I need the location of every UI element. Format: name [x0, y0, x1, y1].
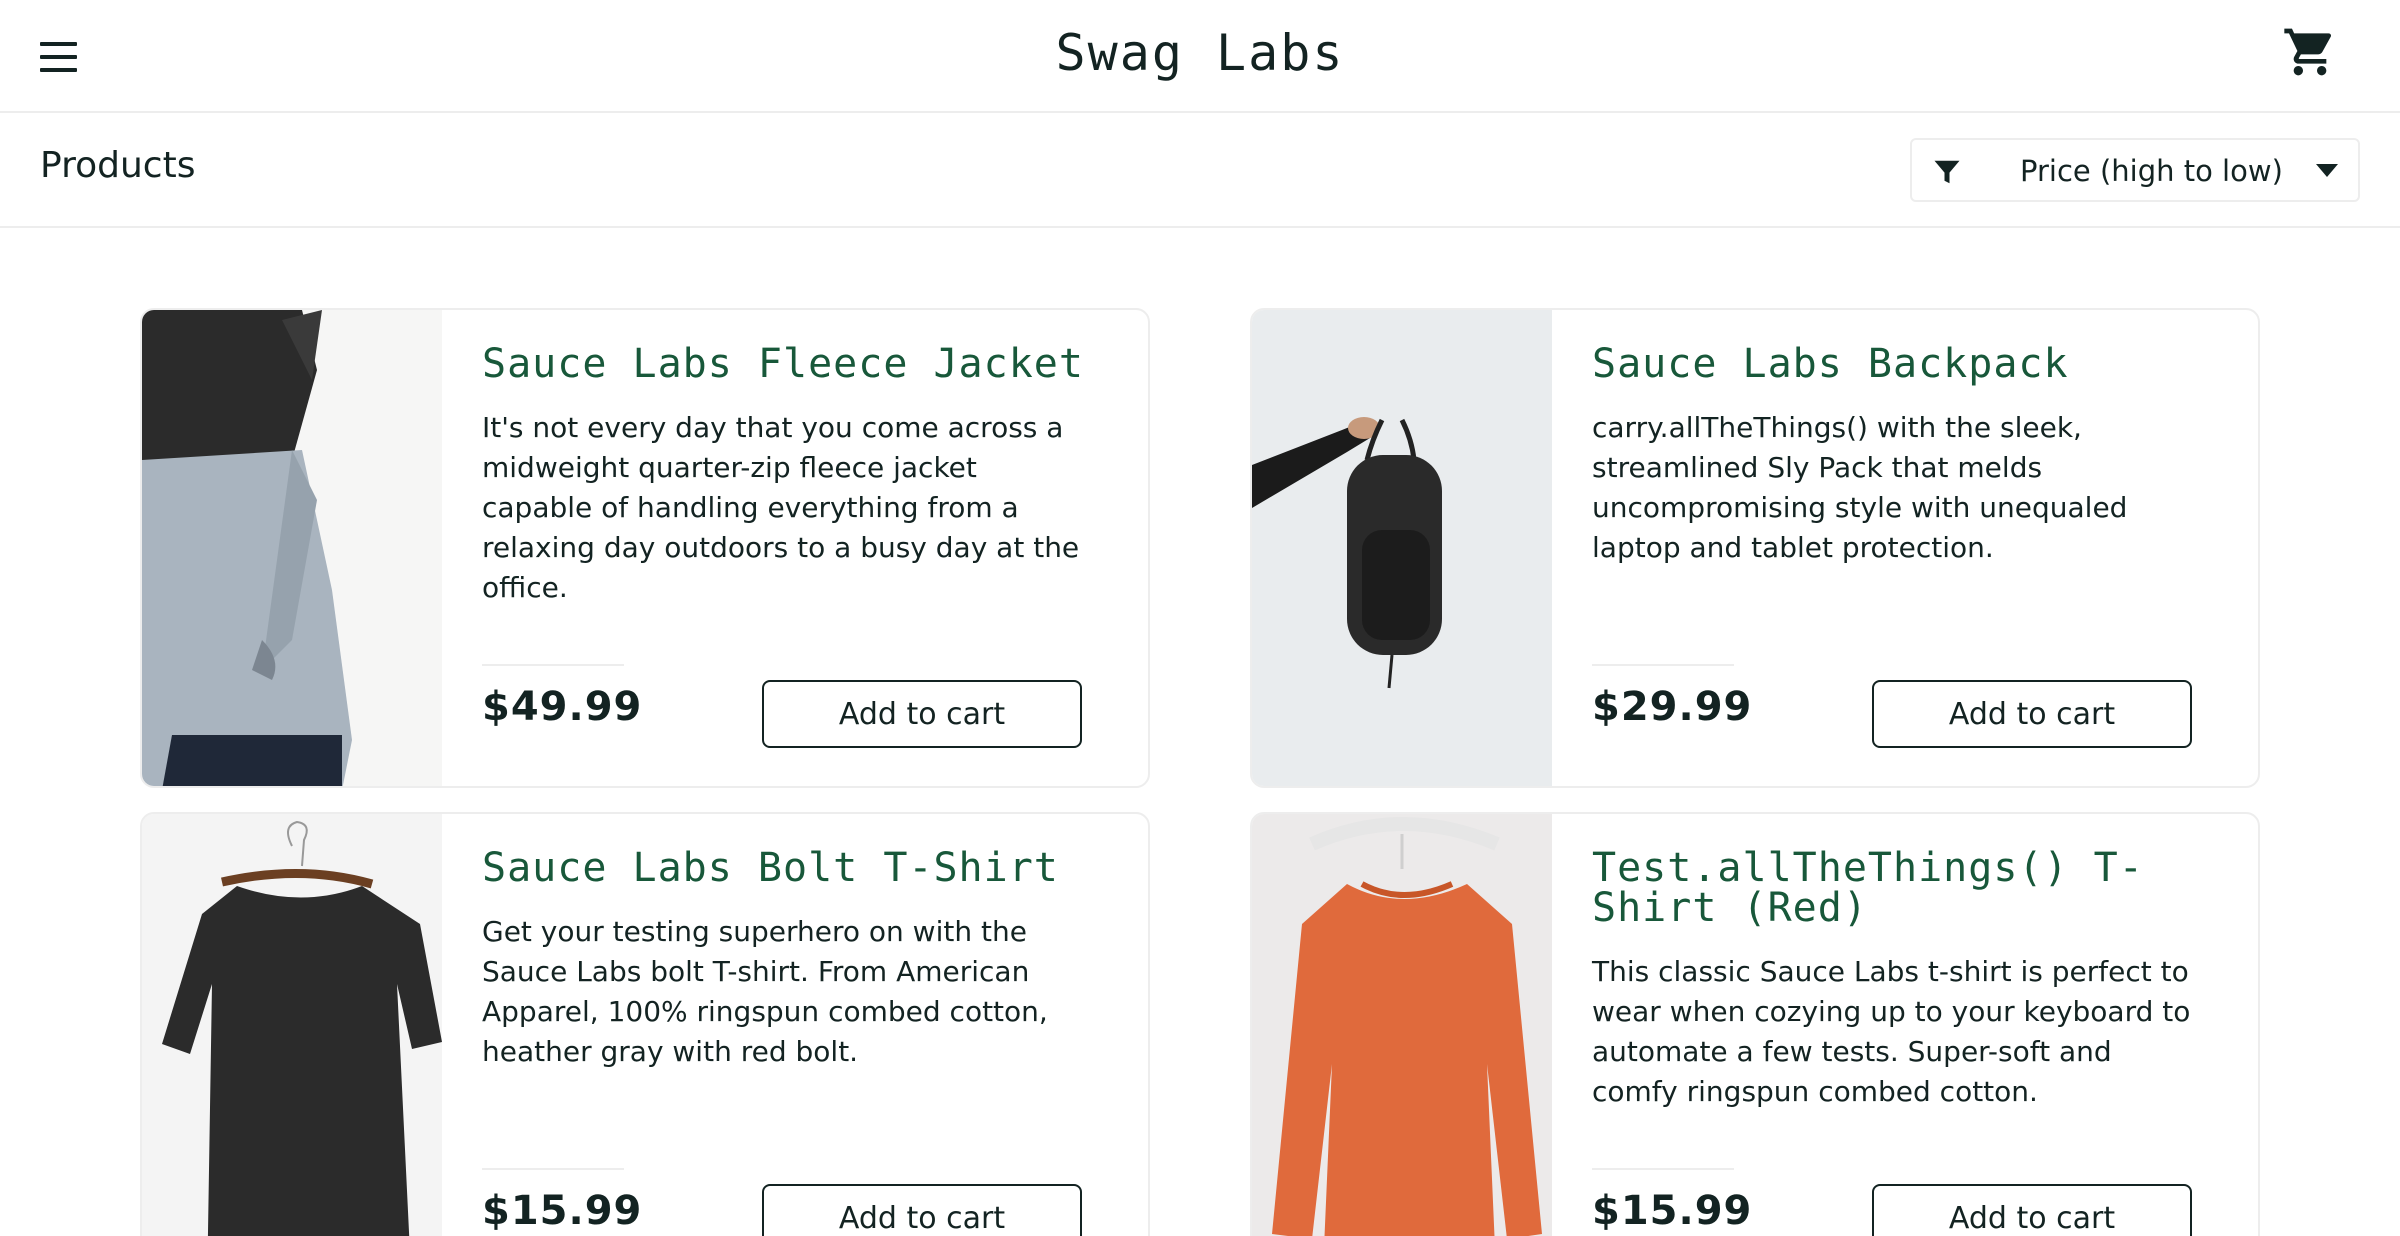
inventory-list: Sauce Labs Fleece Jacket It's not every …	[0, 228, 2400, 1236]
price-divider	[1592, 664, 1734, 666]
product-name[interactable]: Test.allTheThings() T-Shirt (Red)	[1592, 848, 2232, 928]
price-divider	[482, 1168, 624, 1170]
product-name[interactable]: Sauce Labs Fleece Jacket	[482, 344, 1122, 384]
fleece-jacket-image[interactable]	[142, 310, 442, 786]
add-to-cart-button[interactable]: Add to cart	[762, 1184, 1082, 1236]
price-divider	[1592, 1168, 1734, 1170]
product-price: $29.99	[1592, 684, 1753, 730]
add-to-cart-button[interactable]: Add to cart	[762, 680, 1082, 748]
filter-icon	[1934, 160, 1960, 184]
product-price: $15.99	[482, 1188, 643, 1234]
primary-header: Swag Labs	[0, 0, 2400, 113]
sort-selected-value: Price (high to low)	[2020, 154, 2283, 188]
backpack-image[interactable]	[1252, 310, 1552, 786]
product-description: It's not every day that you come across …	[482, 411, 1080, 604]
inventory-item: Sauce Labs Bolt T-Shirt Get your testing…	[140, 812, 1150, 1236]
product-price: $49.99	[482, 684, 643, 730]
product-price: $15.99	[1592, 1188, 1753, 1234]
product-name[interactable]: Sauce Labs Backpack	[1592, 344, 2232, 384]
add-to-cart-button[interactable]: Add to cart	[1872, 1184, 2192, 1236]
page-title: Products	[40, 145, 196, 186]
sort-dropdown[interactable]: Price (high to low)	[1910, 138, 2360, 202]
caret-down-icon	[2316, 164, 2338, 177]
price-divider	[482, 664, 624, 666]
add-to-cart-button[interactable]: Add to cart	[1872, 680, 2192, 748]
app-logo: Swag Labs	[1055, 24, 1345, 82]
bolt-tshirt-image[interactable]	[142, 814, 442, 1236]
inventory-item: Sauce Labs Backpack carry.allTheThings()…	[1250, 308, 2260, 788]
product-description: This classic Sauce Labs t-shirt is perfe…	[1592, 955, 2191, 1108]
shopping-cart-icon[interactable]	[2282, 24, 2338, 80]
product-description: Get your testing superhero on with the S…	[482, 915, 1048, 1068]
inventory-item: Sauce Labs Fleece Jacket It's not every …	[140, 308, 1150, 788]
hamburger-menu-icon[interactable]	[38, 38, 82, 76]
product-description: carry.allTheThings() with the sleek, str…	[1592, 411, 2128, 564]
product-name[interactable]: Sauce Labs Bolt T-Shirt	[482, 848, 1122, 888]
inventory-item: Test.allTheThings() T-Shirt (Red) This c…	[1250, 812, 2260, 1236]
red-tshirt-image[interactable]	[1252, 814, 1552, 1236]
secondary-header: Products Price (high to low)	[0, 113, 2400, 228]
